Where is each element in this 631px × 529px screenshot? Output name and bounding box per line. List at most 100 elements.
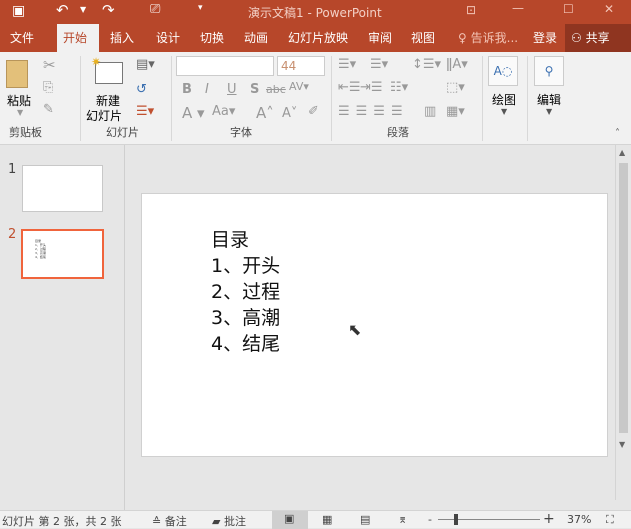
reset-icon[interactable]: ↺: [136, 82, 147, 97]
line-spacing-icon[interactable]: ↕☰▾: [412, 57, 441, 72]
clear-formatting-icon[interactable]: ✐: [308, 104, 319, 119]
mouse-cursor-icon: ⬉: [348, 320, 362, 339]
text-line: 3、高潮: [211, 307, 281, 329]
maximize-button[interactable]: ☐: [563, 2, 574, 16]
window-title: 演示文稿1 - PowerPoint: [248, 6, 382, 20]
title-bar: ▣ ↶ ▼ ↷ ⎚ ▾ 演示文稿1 - PowerPoint ⊡ — ☐ ✕: [0, 0, 631, 24]
smartart-icon[interactable]: ▦▾: [446, 104, 465, 119]
text-line: 1、开头: [211, 255, 281, 277]
paste-icon[interactable]: [6, 60, 28, 88]
thumb-number: 2: [8, 227, 17, 242]
font-name-input[interactable]: [176, 56, 274, 76]
underline-icon[interactable]: U: [227, 82, 237, 97]
undo-icon[interactable]: ↶: [56, 1, 69, 19]
redo-icon[interactable]: ↷: [102, 1, 115, 19]
slide-thumbnail-2[interactable]: 目录 1、开头 2、过程 3、高潮 4、结尾: [21, 229, 104, 279]
slide-text-box[interactable]: 目录 1、开头 2、过程 3、高潮 4、结尾: [211, 227, 280, 357]
drawing-button[interactable]: 绘图: [492, 91, 516, 108]
text-line: 目录: [211, 229, 250, 251]
shapes-icon[interactable]: A◌: [488, 56, 518, 86]
group-slides: 幻灯片: [106, 126, 139, 139]
thumb-number: 1: [8, 162, 17, 177]
status-bar: 幻灯片 第 2 张，共 2 张 ≙ 备注 ▰ 批注 ▣ ▦ ▤ ⌆ - + 37…: [0, 510, 631, 529]
tell-me-search[interactable]: ♀ 告诉我...: [452, 24, 524, 52]
layout-icon[interactable]: ▤▾: [136, 57, 155, 72]
group-paragraph: 段落: [387, 126, 409, 139]
fit-to-window-icon[interactable]: ⛶: [606, 513, 614, 527]
section-icon[interactable]: ☰▾: [136, 104, 154, 119]
tell-me-label: 告诉我...: [470, 31, 519, 45]
increase-indent-icon[interactable]: ⇥☰: [360, 80, 383, 95]
tab-insert[interactable]: 插入: [104, 24, 140, 52]
char-spacing-icon[interactable]: AV▾: [289, 80, 309, 93]
find-icon[interactable]: ⚲: [534, 56, 564, 86]
notes-icon: ≙: [152, 515, 162, 528]
italic-icon[interactable]: I: [205, 82, 209, 97]
editing-button[interactable]: 编辑: [537, 91, 561, 108]
tab-review[interactable]: 审阅: [362, 24, 398, 52]
new-slide-label-2[interactable]: 幻灯片: [86, 107, 122, 124]
slide-count: 幻灯片 第 2 张，共 2 张: [2, 515, 122, 528]
slideshow-from-start-icon[interactable]: ⎚: [150, 2, 160, 17]
undo-dropdown-icon[interactable]: ▼: [80, 5, 86, 14]
tab-view[interactable]: 视图: [405, 24, 441, 52]
zoom-out-button[interactable]: -: [428, 513, 432, 526]
sign-in-link[interactable]: 登录: [527, 24, 563, 52]
sparkle-icon: ✷: [91, 55, 102, 69]
strikethrough-icon[interactable]: abc: [266, 83, 286, 96]
shadow-icon[interactable]: S: [250, 82, 259, 97]
increase-font-icon[interactable]: A˄: [256, 104, 274, 122]
bullets-icon[interactable]: ☰▾: [338, 57, 356, 72]
decrease-font-icon[interactable]: A˅: [282, 106, 297, 121]
zoom-level[interactable]: 37%: [567, 513, 591, 526]
text-line: 4、结尾: [211, 333, 281, 355]
cut-icon[interactable]: ✂: [43, 56, 56, 74]
align-text-icon[interactable]: ⬚▾: [446, 80, 465, 95]
person-add-icon: ⚇: [571, 31, 582, 45]
tab-transitions[interactable]: 切换: [194, 24, 230, 52]
text-direction-icon[interactable]: ǁA▾: [446, 57, 468, 72]
save-icon[interactable]: ▣: [12, 3, 25, 19]
tab-design[interactable]: 设计: [150, 24, 186, 52]
tab-file[interactable]: 文件: [4, 24, 40, 52]
numbering-icon[interactable]: ☰▾: [370, 57, 388, 72]
ribbon-display-options-icon[interactable]: ⊡: [466, 3, 476, 17]
normal-view-button[interactable]: ▣: [272, 511, 308, 529]
notes-button[interactable]: ≙ 备注: [152, 513, 187, 529]
slide-thumbnail-1[interactable]: [22, 165, 103, 212]
bold-icon[interactable]: B: [182, 82, 192, 97]
slide-thumbnails-pane: 1 2 目录 1、开头 2、过程 3、高潮 4、结尾: [0, 145, 125, 510]
change-case-icon[interactable]: Aa▾: [212, 104, 235, 119]
alignment-icons[interactable]: ☰☰☰☰: [338, 104, 409, 119]
columns-icon[interactable]: ☷▾: [390, 80, 408, 95]
ribbon-tabs: 文件 开始 插入 设计 切换 动画 幻灯片放映 审阅 视图 ♀ 告诉我... 登…: [0, 24, 631, 52]
paste-button[interactable]: 粘贴: [7, 92, 31, 109]
group-font: 字体: [230, 126, 252, 139]
close-button[interactable]: ✕: [604, 2, 614, 16]
tab-home[interactable]: 开始: [57, 24, 99, 52]
slide-sorter-icon[interactable]: ▦: [322, 513, 332, 526]
decrease-indent-icon[interactable]: ⇤☰: [338, 80, 361, 95]
group-clipboard: 剪贴板: [9, 126, 42, 139]
share-label: 共享: [585, 31, 610, 45]
customize-toolbar-icon[interactable]: ▾: [198, 3, 203, 13]
format-painter-icon[interactable]: ✎: [43, 102, 54, 117]
collapse-ribbon-icon[interactable]: ˄: [615, 128, 620, 139]
share-button[interactable]: ⚇ 共享: [565, 24, 631, 52]
slideshow-view-icon[interactable]: ⌆: [398, 513, 407, 526]
comments-button[interactable]: ▰ 批注: [212, 513, 246, 529]
scrollbar-thumb[interactable]: [619, 163, 628, 433]
reading-view-icon[interactable]: ▤: [360, 513, 370, 526]
tab-animations[interactable]: 动画: [238, 24, 274, 52]
justify-distribute-icon[interactable]: ▥: [424, 104, 436, 119]
minimize-button[interactable]: —: [512, 1, 524, 15]
copy-icon[interactable]: ⎘: [43, 80, 53, 95]
slide-canvas[interactable]: 目录 1、开头 2、过程 3、高潮 4、结尾 ⬉: [141, 193, 608, 457]
zoom-slider-thumb[interactable]: [454, 514, 458, 525]
font-color-icon[interactable]: A ▾: [182, 104, 205, 122]
vertical-scrollbar[interactable]: ▲ ▼: [615, 145, 631, 500]
tab-slideshow[interactable]: 幻灯片放映: [282, 24, 354, 52]
zoom-in-button[interactable]: +: [543, 511, 555, 527]
font-size-input[interactable]: 44: [277, 56, 325, 76]
comment-icon: ▰: [212, 515, 221, 528]
